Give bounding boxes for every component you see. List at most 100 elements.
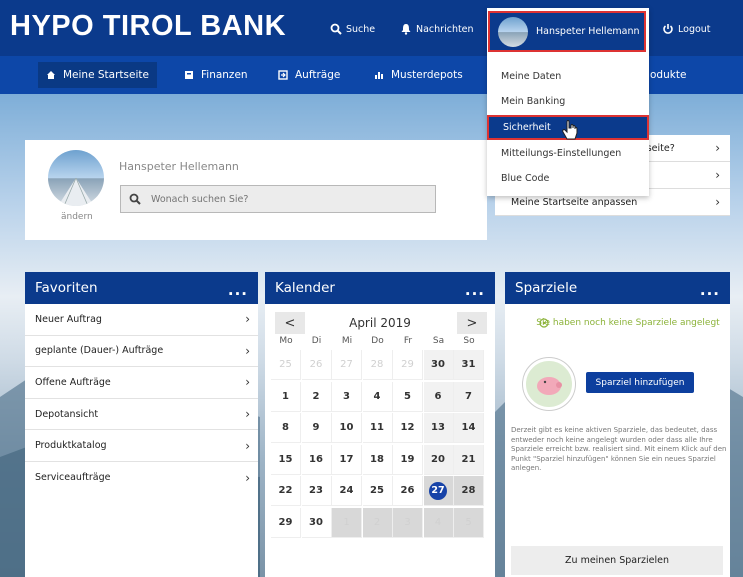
favorite-label: Produktkatalog xyxy=(35,440,107,452)
calendar-day[interactable]: 20 xyxy=(423,444,454,475)
calendar-day[interactable]: 25 xyxy=(271,350,301,380)
calendar-day[interactable]: 17 xyxy=(332,444,362,475)
more-options-icon[interactable]: ... xyxy=(228,281,248,299)
calendar-day[interactable]: 26 xyxy=(393,476,423,506)
today-marker: 27 xyxy=(429,481,447,500)
calendar-day[interactable]: 23 xyxy=(301,476,332,506)
menu-item-mitteilungs-einstellungen[interactable]: Mitteilungs-Einstellungen xyxy=(487,141,649,166)
finance-icon xyxy=(185,71,193,79)
nav-item-musterdepots[interactable]: Musterdepots xyxy=(366,62,471,88)
nav-item-startseite[interactable]: Meine Startseite xyxy=(38,62,157,88)
favorite-item[interactable]: Neuer Auftrag › xyxy=(25,304,258,336)
change-avatar-link[interactable]: ändern xyxy=(61,212,93,222)
calendar-day[interactable]: 9 xyxy=(301,413,332,443)
calendar-day[interactable]: 1 xyxy=(332,507,362,538)
chevron-right-icon: › xyxy=(245,343,250,358)
weekday-label: Mo xyxy=(279,336,293,346)
bank-logo[interactable]: HYPO TIROL BANK xyxy=(10,10,286,43)
favorite-item[interactable]: Offene Aufträge › xyxy=(25,367,258,399)
more-options-icon[interactable]: ... xyxy=(465,281,485,299)
menu-item-meine-daten[interactable]: Meine Daten xyxy=(487,64,649,89)
logout-link[interactable]: Logout xyxy=(662,23,711,35)
calendar-day[interactable]: 2 xyxy=(362,507,393,538)
nav-item-produkte[interactable]: odukte xyxy=(642,62,694,88)
nav-item-auftraege[interactable]: Aufträge xyxy=(270,62,348,88)
favorite-item[interactable]: Produktkatalog › xyxy=(25,430,258,462)
calendar-day[interactable]: 14 xyxy=(454,413,484,443)
search-link-label: Suche xyxy=(346,23,376,35)
savings-panel: Sparziele ... Sie haben noch keine Sparz… xyxy=(505,272,730,577)
more-options-icon[interactable]: ... xyxy=(700,281,720,299)
chevron-right-icon: › xyxy=(245,375,250,390)
calendar-day[interactable]: 27 xyxy=(423,476,454,506)
search-box[interactable] xyxy=(120,185,436,213)
my-savings-goals-button[interactable]: Zu meinen Sparzielen xyxy=(511,546,723,575)
chevron-right-icon: › xyxy=(715,141,720,155)
search-icon xyxy=(330,23,342,35)
add-savings-goal-button[interactable]: Sparziel hinzufügen xyxy=(586,372,694,393)
calendar-day[interactable]: 4 xyxy=(423,507,454,538)
calendar-day[interactable]: 16 xyxy=(301,444,332,475)
calendar-day[interactable]: 28 xyxy=(362,350,393,380)
calendar-day[interactable]: 15 xyxy=(271,444,301,475)
user-menu-toggle[interactable]: Hanspeter Hellemann xyxy=(488,11,646,52)
favorite-label: Depotansicht xyxy=(35,408,99,420)
favorite-item[interactable]: Depotansicht › xyxy=(25,399,258,431)
calendar-day[interactable]: 30 xyxy=(301,507,332,538)
calendar-day[interactable]: 6 xyxy=(423,381,454,412)
orders-icon xyxy=(278,70,288,80)
calendar-day[interactable]: 11 xyxy=(362,413,393,443)
calendar-day[interactable]: 1 xyxy=(271,381,301,412)
favorite-item[interactable]: Serviceaufträge › xyxy=(25,462,258,494)
calendar-day[interactable]: 24 xyxy=(332,476,362,506)
calendar-day[interactable]: 3 xyxy=(393,507,423,538)
chevron-right-icon: › xyxy=(715,195,720,209)
calendar-day[interactable]: 27 xyxy=(332,350,362,380)
calendar-day[interactable]: 13 xyxy=(423,413,454,443)
calendar-day[interactable]: 29 xyxy=(393,350,423,380)
calendar-day[interactable]: 26 xyxy=(301,350,332,380)
calendar-day[interactable]: 4 xyxy=(362,381,393,412)
search-icon xyxy=(129,193,141,205)
calendar-day[interactable]: 22 xyxy=(271,476,301,506)
calendar-panel: Kalender ... < April 2019 > Mo Di Mi Do Fr Sa… xyxy=(265,272,495,577)
news-link[interactable]: Nachrichten xyxy=(400,23,474,35)
calendar-day[interactable]: 18 xyxy=(362,444,393,475)
logout-link-label: Logout xyxy=(678,23,711,35)
hand-cursor-icon xyxy=(562,120,578,140)
search-input[interactable] xyxy=(151,193,401,205)
weekday-label: Fr xyxy=(403,336,413,346)
calendar-day[interactable]: 28 xyxy=(454,476,484,506)
calendar-day[interactable]: 8 xyxy=(271,413,301,443)
chevron-right-icon: › xyxy=(245,470,250,485)
calendar-day[interactable]: 5 xyxy=(393,381,423,412)
menu-item-mein-banking[interactable]: Mein Banking xyxy=(487,89,649,114)
favorite-label: Neuer Auftrag xyxy=(35,313,102,325)
calendar-day[interactable]: 19 xyxy=(393,444,423,475)
calendar-day[interactable]: 7 xyxy=(454,381,484,412)
calendar-day[interactable]: 5 xyxy=(454,507,484,538)
calendar-day[interactable]: 21 xyxy=(454,444,484,475)
calendar-day[interactable]: 3 xyxy=(332,381,362,412)
calendar-day[interactable]: 29 xyxy=(271,507,301,538)
piggy-bank-icon xyxy=(523,358,575,410)
calendar-next-button[interactable]: > xyxy=(457,312,487,334)
chevron-right-icon: › xyxy=(715,168,720,182)
search-link[interactable]: Suche xyxy=(330,23,375,35)
savings-title: Sparziele xyxy=(515,280,578,296)
favorite-item[interactable]: geplante (Dauer-) Aufträge › xyxy=(25,336,258,368)
favorite-label: geplante (Dauer-) Aufträge xyxy=(35,345,164,357)
calendar-day[interactable]: 30 xyxy=(423,350,454,380)
calendar-day[interactable]: 12 xyxy=(393,413,423,443)
nav-item-label: Finanzen xyxy=(201,69,248,81)
avatar[interactable] xyxy=(48,150,104,206)
chart-icon xyxy=(375,72,383,79)
weekday-label: Sa xyxy=(432,336,445,346)
calendar-day[interactable]: 25 xyxy=(362,476,393,506)
nav-item-finanzen[interactable]: Finanzen xyxy=(176,62,256,88)
calendar-day[interactable]: 2 xyxy=(301,381,332,412)
calendar-day[interactable]: 10 xyxy=(332,413,362,443)
menu-item-blue-code[interactable]: Blue Code xyxy=(487,166,649,191)
pier-image xyxy=(58,177,94,206)
calendar-day[interactable]: 31 xyxy=(454,350,484,380)
